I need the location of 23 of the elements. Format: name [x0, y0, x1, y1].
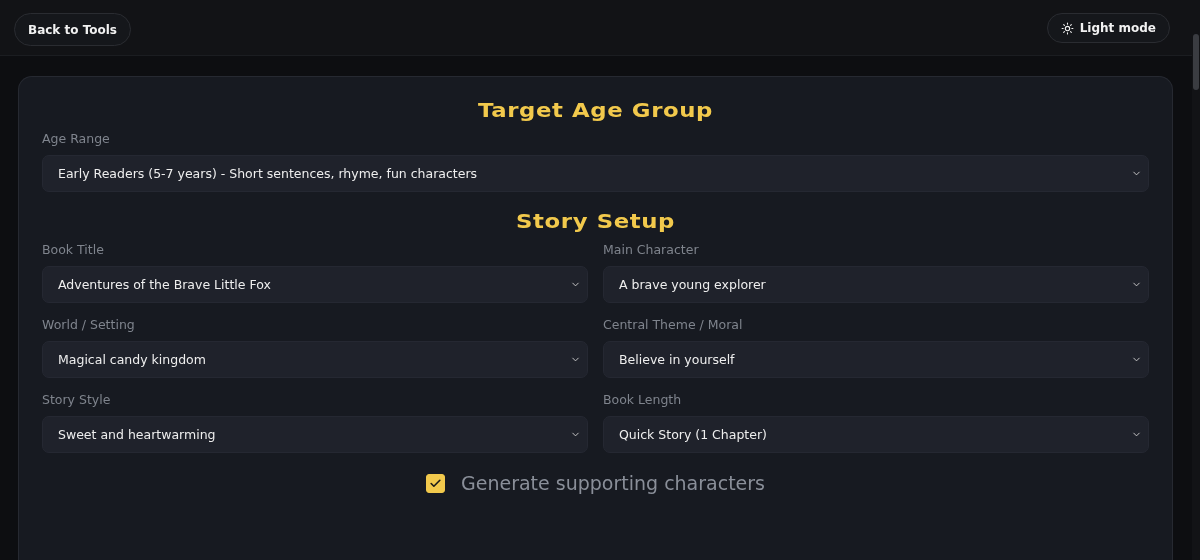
check-icon: [429, 476, 442, 490]
back-button[interactable]: Back to Tools: [14, 13, 131, 46]
field-label: Book Length: [603, 392, 683, 407]
field-label: Main Character: [603, 242, 700, 257]
select-field[interactable]: Sweet and heartwarming: [42, 416, 588, 453]
select-field[interactable]: Early Readers (5-7 years) - Short sentences, rhyme, fun characters: [42, 155, 1149, 192]
checkbox[interactable]: [426, 473, 445, 493]
field-label: Central Theme / Moral: [603, 317, 744, 332]
field-label: World / Setting: [42, 317, 136, 332]
field-label: Book Title: [42, 242, 105, 257]
field-label: Age Range: [42, 131, 111, 146]
sun-icon: [1060, 21, 1074, 35]
select-field[interactable]: A brave young explorer: [603, 266, 1149, 303]
select-field[interactable]: Magical candy kingdom: [42, 341, 588, 378]
theme-button[interactable]: Light mode: [1046, 13, 1170, 43]
select-field[interactable]: Believe in yourself: [603, 341, 1149, 378]
checkbox-label: Generate supporting characters: [461, 472, 765, 494]
section-title: Story Setup: [515, 210, 676, 232]
select-field[interactable]: Adventures of the Brave Little Fox: [42, 266, 588, 303]
section-title: Target Age Group: [477, 99, 714, 121]
scrollbar[interactable]: [1192, 0, 1200, 560]
field-label: Story Style: [42, 392, 112, 407]
select-field[interactable]: Quick Story (1 Chapter): [603, 416, 1149, 453]
